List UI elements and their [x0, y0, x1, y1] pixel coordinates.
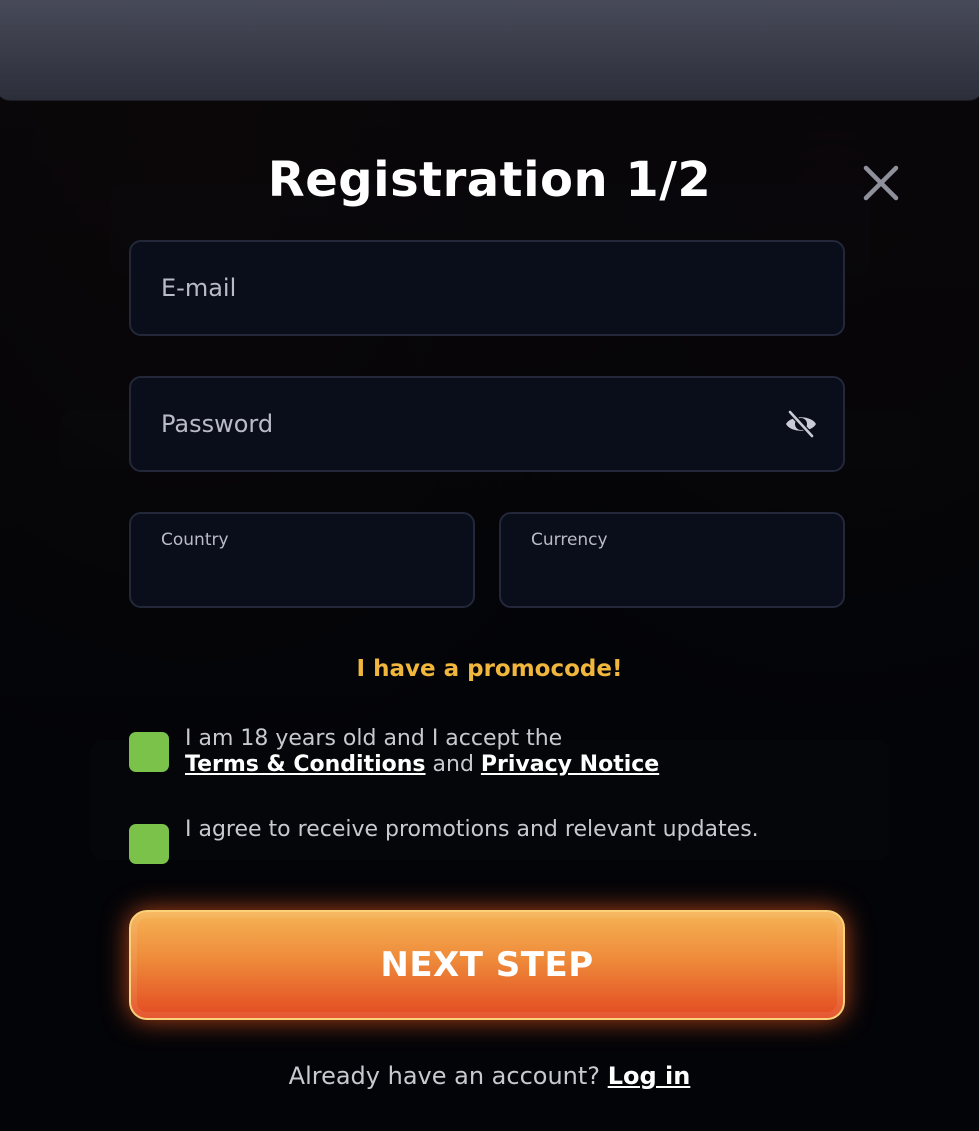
currency-select[interactable]: Currency: [499, 512, 845, 608]
age-consent-text: I am 18 years old and I accept the Terms…: [185, 726, 765, 778]
login-link[interactable]: Log in: [608, 1062, 691, 1090]
header-bar: [0, 0, 979, 101]
next-step-button[interactable]: NEXT STEP: [129, 910, 845, 1020]
password-placeholder: Password: [161, 410, 274, 438]
promocode-link[interactable]: I have a promocode!: [0, 656, 979, 682]
country-label: Country: [161, 530, 229, 550]
promotions-consent-checkbox[interactable]: [129, 824, 169, 864]
terms-link[interactable]: Terms & Conditions: [185, 752, 426, 777]
country-select[interactable]: Country: [129, 512, 475, 608]
have-account-text: Already have an account?: [288, 1062, 601, 1090]
age-consent-label: I am 18 years old and I accept the: [185, 726, 563, 751]
age-consent-row: I am 18 years old and I accept the Terms…: [129, 726, 749, 782]
promotions-consent-row: I agree to receive promotions and releva…: [129, 817, 759, 873]
and-text: and: [432, 752, 474, 777]
login-row: Already have an account? Log in: [0, 1062, 979, 1090]
registration-modal: Registration 1/2 E-mail Password Country…: [0, 100, 979, 1131]
email-placeholder: E-mail: [161, 274, 237, 302]
modal-title: Registration 1/2: [267, 152, 712, 208]
promotions-consent-label: I agree to receive promotions and releva…: [185, 817, 759, 842]
privacy-link[interactable]: Privacy Notice: [481, 752, 659, 777]
age-consent-checkbox[interactable]: [129, 732, 169, 772]
email-field[interactable]: E-mail: [129, 240, 845, 336]
currency-label: Currency: [531, 530, 608, 550]
password-field[interactable]: Password: [129, 376, 845, 472]
page: Registration 1/2 E-mail Password Country…: [0, 0, 979, 1131]
eye-off-icon[interactable]: [783, 406, 819, 442]
close-icon[interactable]: [860, 162, 902, 204]
